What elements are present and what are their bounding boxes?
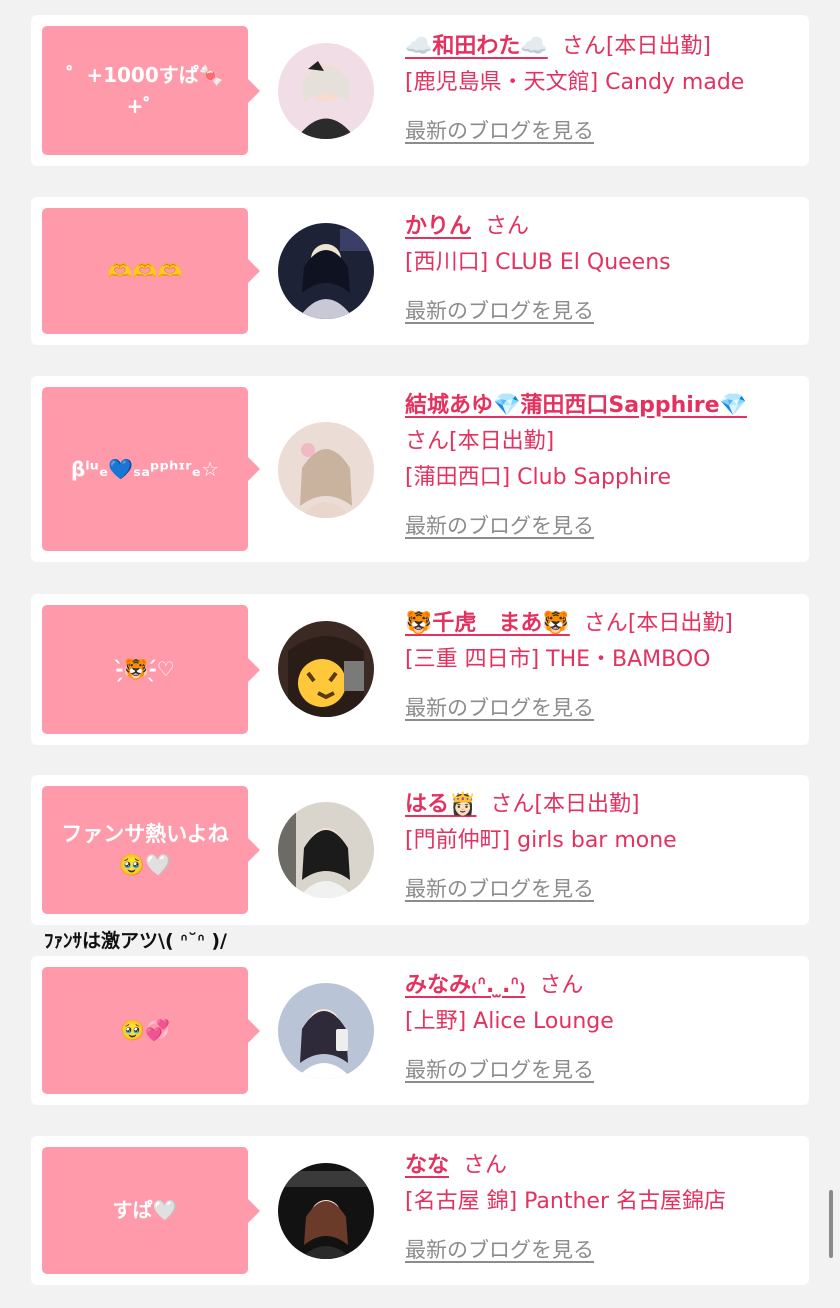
honorific: さん bbox=[539, 973, 584, 998]
avatar[interactable] bbox=[278, 1163, 374, 1259]
cast-name-link[interactable]: はる👸🏻 bbox=[405, 792, 476, 817]
diary-card: -̗̀🐯-̖́♡ 🐯千虎 まあ🐯 さん[本日出勤] [三重 四日市] THE・BA… bbox=[31, 594, 809, 745]
diary-card: 🥹💞 みなみ₍ᐢ. ̫.ᐢ₎ さん [上野] Alice Lounge 最新のブロ… bbox=[31, 956, 809, 1105]
attendance-status: [本日出勤] bbox=[627, 611, 733, 636]
attendance-status: [本日出勤] bbox=[534, 792, 640, 817]
name-line: かりん さん bbox=[405, 209, 787, 245]
entry-info: なな さん [名古屋 錦] Panther 名古屋錦店 最新のブログを見る bbox=[405, 1148, 787, 1268]
entry-info: 🐯千虎 まあ🐯 さん[本日出勤] [三重 四日市] THE・BAMBOO 最新のブ… bbox=[405, 606, 787, 726]
shop-label: [蒲田西口] Club Sapphire bbox=[405, 465, 672, 490]
comment-bubble: -̗̀🐯-̖́♡ bbox=[42, 605, 260, 734]
honorific: さん bbox=[485, 214, 530, 239]
comment-bubble: すぱ🤍 bbox=[42, 1147, 260, 1274]
honorific: さん bbox=[583, 611, 628, 636]
cast-name-link[interactable]: かりん bbox=[405, 214, 471, 239]
cast-name-link[interactable]: みなみ₍ᐢ. ̫.ᐢ₎ bbox=[405, 973, 525, 998]
entry-info: ☁️和田わた☁️ さん[本日出勤] [鹿児島県・天文館] Candy made 最… bbox=[405, 29, 787, 149]
comment-bubble: ファンサ熱いよね🥹🤍 bbox=[42, 786, 260, 914]
diary-card: ゜+1000すぱ🍬+゜ ☁️和田わた☁️ さん[本日出勤] [鹿児島県・天文館] … bbox=[31, 15, 809, 166]
honorific: さん bbox=[561, 34, 606, 59]
latest-blog-link[interactable]: 最新のブログを見る bbox=[405, 293, 594, 329]
shop-label: [鹿児島県・天文館] Candy made bbox=[405, 70, 745, 95]
comment-bubble: βˡᵘₑ💙ₛₐᵖᵖʰᶦʳₑ☆ bbox=[42, 387, 260, 551]
cast-name-link[interactable]: なな bbox=[405, 1153, 449, 1178]
comment-bubble: 🫶🫶🫶 bbox=[42, 208, 260, 334]
entry-info: みなみ₍ᐢ. ̫.ᐢ₎ さん [上野] Alice Lounge 最新のブログを見… bbox=[405, 968, 787, 1088]
latest-blog-link[interactable]: 最新のブログを見る bbox=[405, 871, 594, 907]
honorific: さん bbox=[405, 429, 450, 454]
diary-card: 🫶🫶🫶 かりん さん [西川口] CLUB El Queens 最新のブログを見る bbox=[31, 197, 809, 345]
shop-label: [門前仲町] girls bar mone bbox=[405, 828, 677, 853]
name-line: はる👸🏻 さん[本日出勤] bbox=[405, 787, 787, 823]
name-line: ☁️和田わた☁️ さん[本日出勤] bbox=[405, 29, 787, 65]
diary-card: ファンサ熱いよね🥹🤍 はる👸🏻 さん[本日出勤] [門前仲町] girls bar… bbox=[31, 775, 809, 925]
entry-info: はる👸🏻 さん[本日出勤] [門前仲町] girls bar mone 最新のブロ… bbox=[405, 787, 787, 907]
cast-name-link[interactable]: 🐯千虎 まあ🐯 bbox=[405, 611, 570, 636]
name-line-continued: さん[本日出勤] bbox=[405, 424, 787, 460]
latest-blog-link[interactable]: 最新のブログを見る bbox=[405, 1232, 594, 1268]
shop-label: [西川口] CLUB El Queens bbox=[405, 250, 671, 275]
avatar[interactable] bbox=[278, 422, 374, 518]
avatar[interactable] bbox=[278, 43, 374, 139]
avatar[interactable] bbox=[278, 802, 374, 898]
avatar[interactable] bbox=[278, 621, 374, 717]
name-line: みなみ₍ᐢ. ̫.ᐢ₎ さん bbox=[405, 968, 787, 1004]
cast-name-link[interactable]: 結城あゆ💎蒲田西口Sapphire💎 bbox=[405, 393, 747, 418]
latest-blog-link[interactable]: 最新のブログを見る bbox=[405, 1052, 594, 1088]
latest-blog-link[interactable]: 最新のブログを見る bbox=[405, 690, 594, 726]
name-line: 結城あゆ💎蒲田西口Sapphire💎 bbox=[405, 388, 787, 424]
avatar[interactable] bbox=[278, 223, 374, 319]
comment-bubble: 🥹💞 bbox=[42, 967, 260, 1094]
diary-card: すぱ🤍 なな さん [名古屋 錦] Panther 名古屋錦店 最新のブログを見る bbox=[31, 1136, 809, 1285]
name-line: なな さん bbox=[405, 1148, 787, 1184]
comment-bubble: ゜+1000すぱ🍬+゜ bbox=[42, 26, 260, 155]
shop-label: [上野] Alice Lounge bbox=[405, 1009, 614, 1034]
scrollbar-thumb[interactable] bbox=[829, 1190, 833, 1258]
entry-info: 結城あゆ💎蒲田西口Sapphire💎 さん[本日出勤] [蒲田西口] Club … bbox=[405, 388, 787, 544]
honorific: さん bbox=[490, 792, 535, 817]
shop-label: [名古屋 錦] Panther 名古屋錦店 bbox=[405, 1189, 726, 1214]
shop-label: [三重 四日市] THE・BAMBOO bbox=[405, 647, 711, 672]
honorific: さん bbox=[463, 1153, 508, 1178]
diary-card: βˡᵘₑ💙ₛₐᵖᵖʰᶦʳₑ☆ 結城あゆ💎蒲田西口Sapphire💎 さん[本日出… bbox=[31, 376, 809, 562]
avatar[interactable] bbox=[278, 983, 374, 1079]
attendance-status: [本日出勤] bbox=[605, 34, 711, 59]
overflow-comment-text: ﾌｧﾝｻは激アツ\( ᐢ˘ᐢ )/ bbox=[44, 930, 227, 952]
latest-blog-link[interactable]: 最新のブログを見る bbox=[405, 113, 594, 149]
name-line: 🐯千虎 まあ🐯 さん[本日出勤] bbox=[405, 606, 787, 642]
cast-name-link[interactable]: ☁️和田わた☁️ bbox=[405, 34, 548, 59]
attendance-status: [本日出勤] bbox=[449, 429, 555, 454]
latest-blog-link[interactable]: 最新のブログを見る bbox=[405, 508, 594, 544]
entry-info: かりん さん [西川口] CLUB El Queens 最新のブログを見る bbox=[405, 209, 787, 329]
